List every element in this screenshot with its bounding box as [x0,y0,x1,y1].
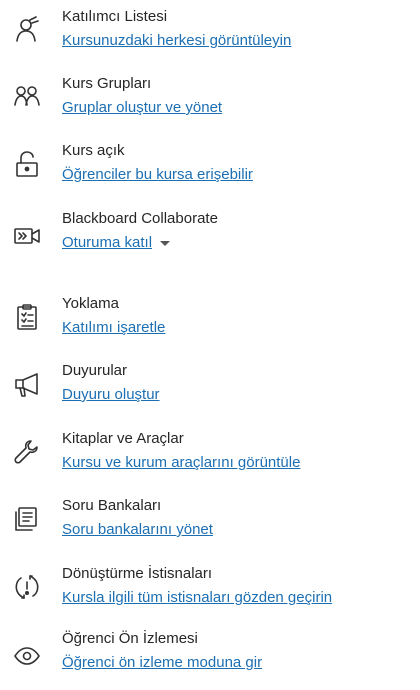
unlock-icon [13,150,41,178]
question-banks-title: Soru Bankaları [62,497,162,514]
course-groups-title: Kurs Grupları [62,75,152,92]
question-bank-icon [13,505,41,533]
course-groups-link[interactable]: Gruplar oluştur ve yönet [62,99,222,117]
course-open-item: Kurs açık Öğrenciler bu kursa erişebilir [0,142,420,202]
books-tools-item: Kitaplar ve Araçlar Kursu ve kurum araçl… [0,430,420,490]
course-groups-item: Kurs Grupları Gruplar oluştur ve yönet [0,75,420,135]
course-open-title: Kurs açık [62,142,125,159]
question-banks-link[interactable]: Soru bankalarını yönet [62,521,213,539]
person-icon [13,16,41,44]
join-session-wrapper: Oturuma katıl [62,234,171,252]
student-preview-item: Öğrenci Ön İzlemesi Öğrenci ön izleme mo… [0,630,420,690]
exception-icon [13,573,41,601]
attendance-title: Yoklama [62,295,119,312]
conversion-exceptions-title: Dönüştürme İstisnaları [62,565,213,582]
student-preview-title: Öğrenci Ön İzlemesi [62,630,198,647]
announcements-link[interactable]: Duyuru oluştur [62,386,160,404]
books-tools-title: Kitaplar ve Araçlar [62,430,184,447]
megaphone-icon [13,370,41,398]
course-open-link[interactable]: Öğrenciler bu kursa erişebilir [62,166,253,184]
books-tools-link[interactable]: Kursu ve kurum araçlarını görüntüle [62,454,300,472]
attendance-link[interactable]: Katılımı işaretle [62,319,165,337]
announcements-title: Duyurular [62,362,128,379]
announcements-item: Duyurular Duyuru oluştur [0,362,420,422]
video-camera-icon [13,222,41,250]
roster-title: Katılımcı Listesi [62,8,168,25]
collaborate-item: Blackboard Collaborate Oturuma katıl [0,210,420,270]
conversion-exceptions-link[interactable]: Kursla ilgili tüm istisnaları gözden geç… [62,589,332,607]
question-banks-item: Soru Bankaları Soru bankalarını yönet [0,497,420,557]
chevron-down-icon[interactable] [160,240,171,246]
roster-item: Katılımcı Listesi Kursunuzdaki herkesi g… [0,8,420,68]
collaborate-title: Blackboard Collaborate [62,210,218,227]
roster-link[interactable]: Kursunuzdaki herkesi görüntüleyin [62,32,291,50]
join-session-link[interactable]: Oturuma katıl [62,234,152,251]
conversion-exceptions-item: Dönüştürme İstisnaları Kursla ilgili tüm… [0,565,420,625]
attendance-item: Yoklama Katılımı işaretle [0,295,420,355]
wrench-icon [13,438,41,466]
clipboard-icon [13,303,41,331]
people-icon [13,83,41,111]
course-tools-panel: Katılımcı Listesi Kursunuzdaki herkesi g… [0,0,420,690]
student-preview-link[interactable]: Öğrenci ön izleme moduna gir [62,654,262,672]
eye-icon [13,642,41,670]
